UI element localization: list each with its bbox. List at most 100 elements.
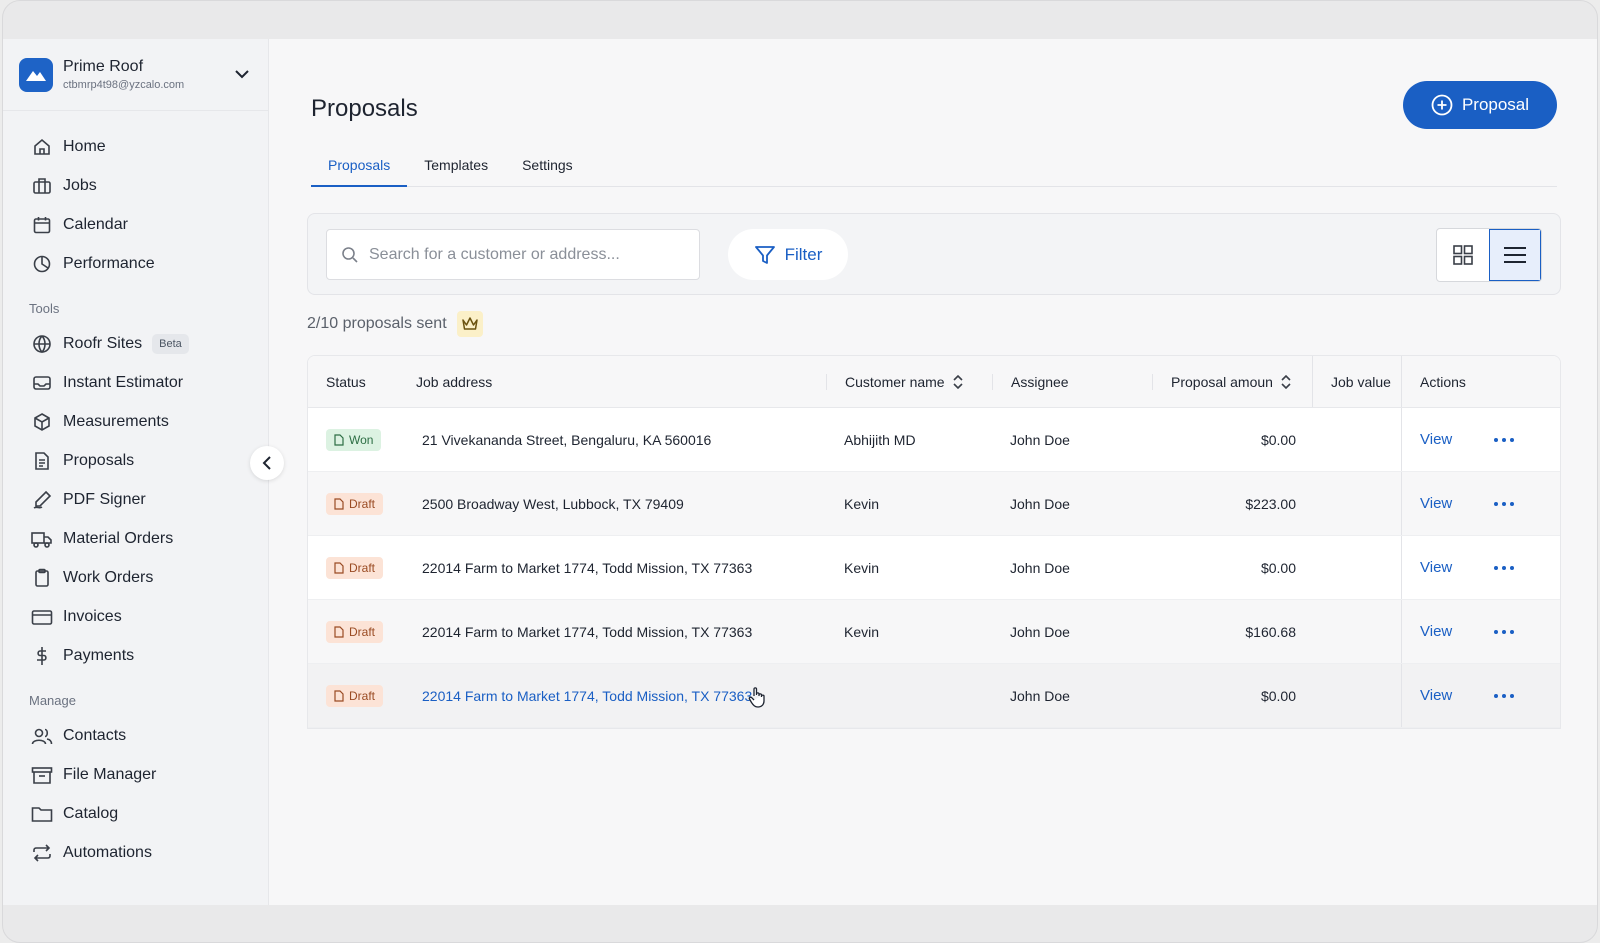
sidebar-item-label: Home (63, 137, 106, 155)
col-header-status: Status (326, 373, 366, 390)
tab-bar: Proposals Templates Settings (311, 143, 1557, 187)
view-link[interactable]: View (1420, 495, 1478, 512)
section-label-manage: Manage (29, 693, 76, 708)
tab-settings[interactable]: Settings (505, 143, 590, 187)
proposal-amount: $223.00 (1245, 495, 1296, 512)
sidebar-item-label: Contacts (63, 726, 127, 744)
table-row[interactable]: Draft 22014 Farm to Market 1774, Todd Mi… (308, 600, 1560, 664)
sent-count-text: 2/10 proposals sent (307, 315, 447, 332)
briefcase-icon (31, 175, 53, 197)
more-options-icon[interactable] (1494, 565, 1514, 570)
sidebar-item-file-manager[interactable]: File Manager (3, 755, 268, 794)
status-badge: Won (326, 428, 382, 451)
job-value (1312, 408, 1402, 471)
sidebar-item-automations[interactable]: Automations (3, 833, 268, 872)
col-header-amount[interactable]: Proposal amoun (1152, 373, 1312, 390)
sidebar-item-work-orders[interactable]: Work Orders (3, 558, 268, 597)
sidebar-item-performance[interactable]: Performance (3, 244, 268, 283)
col-header-customer[interactable]: Customer name (826, 373, 992, 390)
table-row[interactable]: Won 21 Vivekananda Street, Bengaluru, KA… (308, 408, 1560, 472)
truck-icon (31, 528, 53, 550)
clipboard-icon (31, 567, 53, 589)
org-email: ctbmrp4t98@yzcalo.com (63, 79, 185, 91)
more-options-icon[interactable] (1494, 693, 1514, 698)
sidebar-nav: Home Jobs Calendar Performance Tools Roo… (3, 111, 268, 872)
col-header-amount-label: Proposal amoun (1171, 373, 1273, 390)
inbox-icon (31, 372, 53, 394)
hand-cursor-icon (748, 686, 765, 708)
status-badge: Draft (326, 620, 384, 643)
col-header-job-value: Job value (1312, 356, 1402, 407)
view-link[interactable]: View (1420, 431, 1478, 448)
proposal-amount: $160.68 (1245, 623, 1296, 640)
sidebar-item-contacts[interactable]: Contacts (3, 716, 268, 755)
tab-proposals[interactable]: Proposals (311, 143, 408, 187)
sidebar-item-label: Instant Estimator (63, 373, 184, 391)
tab-templates[interactable]: Templates (407, 143, 505, 187)
sort-icon (953, 374, 963, 389)
org-switcher[interactable]: Prime Roof ctbmrp4t98@yzcalo.com (3, 39, 268, 111)
job-address: 22014 Farm to Market 1774, Todd Mission,… (422, 623, 753, 640)
plus-circle-icon (1431, 94, 1453, 116)
sidebar-item-label: Catalog (63, 804, 119, 822)
proposals-table: Status Job address Customer name Assigne… (307, 355, 1561, 729)
sidebar-item-label: Measurements (63, 412, 169, 430)
job-address-link[interactable]: 22014 Farm to Market 1774, Todd Mission,… (422, 688, 752, 704)
crown-icon[interactable] (456, 311, 483, 337)
sidebar-item-material-orders[interactable]: Material Orders (3, 519, 268, 558)
chevron-left-icon (262, 456, 271, 470)
document-icon (334, 433, 344, 446)
view-link[interactable]: View (1420, 687, 1478, 704)
sidebar-item-pdf-signer[interactable]: PDF Signer (3, 480, 268, 519)
main-content: Proposals Proposal Proposals Templates S… (269, 39, 1597, 905)
view-link[interactable]: View (1420, 559, 1478, 576)
sidebar-item-label: Proposals (63, 451, 135, 469)
more-options-icon[interactable] (1494, 437, 1514, 442)
table-header: Status Job address Customer name Assigne… (308, 356, 1560, 408)
status-badge: Draft (326, 492, 384, 515)
filter-button[interactable]: Filter (728, 229, 848, 280)
status-badge: Draft (326, 684, 384, 707)
sidebar-item-label: Roofr Sites (63, 334, 143, 352)
table-row[interactable]: Draft 22014 Farm to Market 1774, Todd Mi… (308, 664, 1560, 728)
view-link[interactable]: View (1420, 623, 1478, 640)
folder-icon (31, 803, 53, 825)
assignee: John Doe (1010, 431, 1070, 448)
sidebar-item-label: Work Orders (63, 568, 154, 586)
document-icon (334, 689, 344, 702)
chevron-down-icon[interactable] (232, 65, 252, 85)
sidebar-item-calendar[interactable]: Calendar (3, 205, 268, 244)
collapse-sidebar-button[interactable] (250, 446, 284, 480)
pie-chart-icon (31, 253, 53, 275)
sidebar-item-payments[interactable]: Payments (3, 636, 268, 675)
sidebar-item-instant-estimator[interactable]: Instant Estimator (3, 363, 268, 402)
sidebar-item-measurements[interactable]: Measurements (3, 402, 268, 441)
sidebar-item-label: File Manager (63, 765, 157, 783)
sidebar-item-label: Calendar (63, 215, 128, 233)
sidebar-item-invoices[interactable]: Invoices (3, 597, 268, 636)
sidebar-item-jobs[interactable]: Jobs (3, 166, 268, 205)
app-body: Prime Roof ctbmrp4t98@yzcalo.com Home Jo… (3, 39, 1597, 905)
search-input[interactable] (369, 245, 689, 264)
sidebar-item-home[interactable]: Home (3, 127, 268, 166)
table-row[interactable]: Draft 22014 Farm to Market 1774, Todd Mi… (308, 536, 1560, 600)
sidebar-item-catalog[interactable]: Catalog (3, 794, 268, 833)
proposals-sent-counter: 2/10 proposals sent (307, 311, 483, 337)
sidebar-item-roofr-sites[interactable]: Roofr Sites Beta (3, 324, 268, 363)
cube-icon (31, 411, 53, 433)
col-header-assignee: Assignee (992, 373, 1152, 390)
sidebar-item-label: Invoices (63, 607, 122, 625)
sidebar-item-proposals[interactable]: Proposals (3, 441, 268, 480)
sidebar-item-label: Jobs (63, 176, 97, 194)
customer-name: Kevin (844, 623, 880, 640)
list-view-button[interactable] (1489, 229, 1541, 281)
document-icon (31, 450, 53, 472)
more-options-icon[interactable] (1494, 501, 1514, 506)
new-proposal-button[interactable]: Proposal (1403, 81, 1557, 129)
users-icon (31, 725, 53, 747)
table-row[interactable]: Draft 2500 Broadway West, Lubbock, TX 79… (308, 472, 1560, 536)
more-options-icon[interactable] (1494, 629, 1514, 634)
status-badge: Draft (326, 556, 384, 579)
grid-view-button[interactable] (1437, 229, 1489, 281)
pen-icon (31, 489, 53, 511)
